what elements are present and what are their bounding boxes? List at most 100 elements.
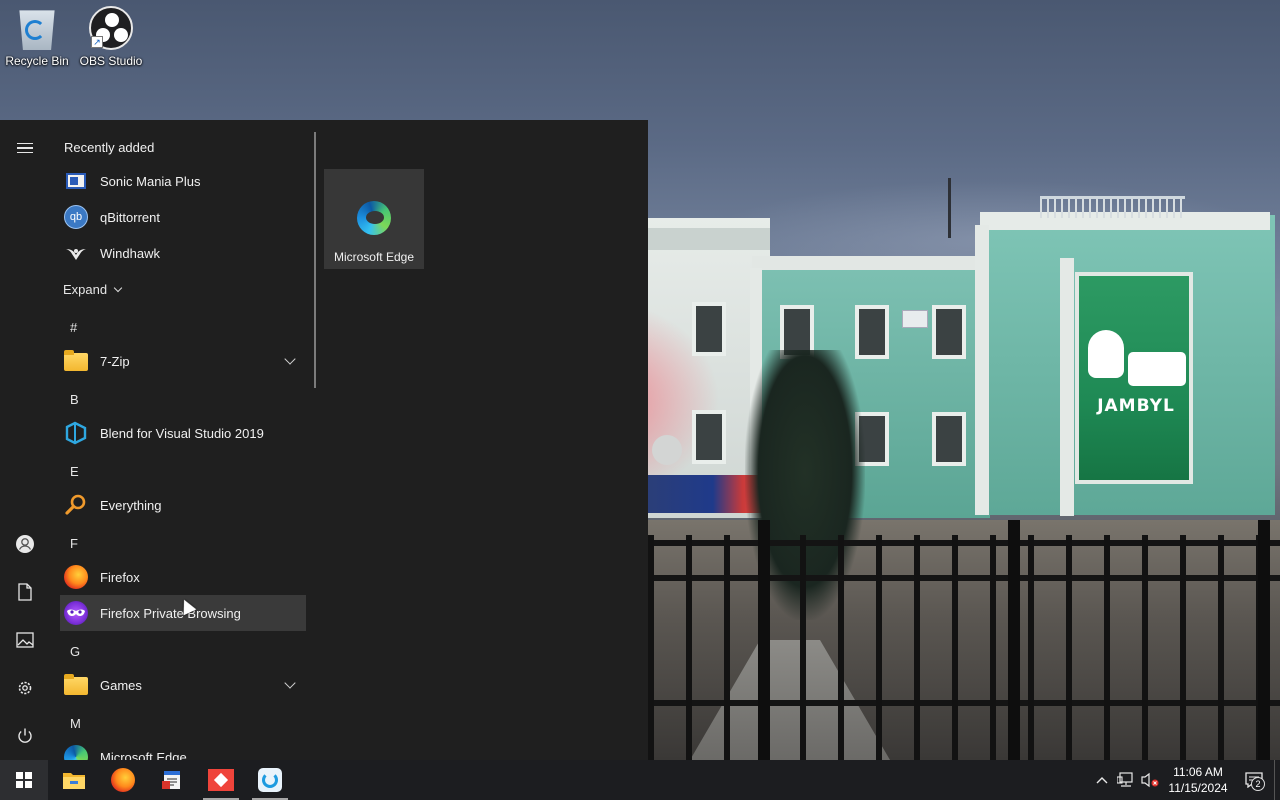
taskbar-file-explorer[interactable] <box>50 760 98 800</box>
wallpaper-billboard-text: JAMBYL <box>1097 396 1175 416</box>
app-item-blend[interactable]: Blend for Visual Studio 2019 <box>60 415 306 451</box>
desktop-icon-label: Recycle Bin <box>5 54 69 68</box>
documents-icon[interactable] <box>5 572 45 612</box>
obs-studio-icon: ↗ <box>89 6 133 50</box>
recycle-symbol-icon <box>25 20 45 40</box>
tile-label: Microsoft Edge <box>333 250 415 264</box>
folder-icon <box>64 349 88 373</box>
app-label: Blend for Visual Studio 2019 <box>100 425 264 441</box>
wallpaper-billboard-radio <box>1128 352 1186 386</box>
blend-icon <box>64 421 88 445</box>
app-label: Sonic Mania Plus <box>100 173 201 189</box>
expand-label: Expand <box>63 282 108 297</box>
settings-icon[interactable] <box>5 668 45 708</box>
notification-count-badge: 2 <box>1251 777 1265 791</box>
taskbar-notepad-app[interactable] <box>148 760 196 800</box>
app-label: Everything <box>100 497 162 513</box>
letter-header-g[interactable]: G <box>70 644 80 659</box>
app-item-games[interactable]: Games <box>60 667 306 703</box>
chevron-down-icon[interactable] <box>284 353 296 365</box>
firefox-icon <box>64 565 88 589</box>
taskbar-sync-app[interactable] <box>246 760 294 800</box>
wallpaper-roof-railing <box>1040 196 1185 218</box>
app-label: Firefox <box>100 569 140 585</box>
clock[interactable]: 11:06 AM 11/15/2024 <box>1162 764 1234 796</box>
user-icon[interactable] <box>5 524 45 564</box>
desktop-icon-obs-studio[interactable]: ↗ OBS Studio <box>74 0 148 68</box>
wallpaper-pilaster <box>975 225 989 515</box>
obs-dot <box>105 13 119 27</box>
volume-muted-icon[interactable] <box>1138 760 1162 800</box>
taskbar: 11:06 AM 11/15/2024 2 <box>0 760 1280 800</box>
taskbar-firefox[interactable] <box>99 760 147 800</box>
letter-header-b[interactable]: B <box>70 392 79 407</box>
wallpaper-satellite-dish <box>652 435 682 465</box>
app-item-windhawk[interactable]: Windhawk <box>60 235 306 271</box>
show-desktop-button[interactable] <box>1274 760 1280 800</box>
tile-microsoft-edge[interactable]: Microsoft Edge <box>324 169 424 269</box>
wallpaper-antenna <box>948 178 951 238</box>
qbittorrent-icon: qb <box>64 205 88 229</box>
app-label: Windhawk <box>100 245 160 261</box>
app-label: 7-Zip <box>100 353 130 369</box>
app-item-everything[interactable]: Everything <box>60 487 306 523</box>
expand-button[interactable]: Expand <box>63 282 123 297</box>
app-label: qBittorrent <box>100 209 160 225</box>
windows-logo-icon <box>16 772 32 788</box>
clock-date: 11/15/2024 <box>1168 781 1228 795</box>
app-label: Games <box>100 677 142 693</box>
clock-time: 11:06 AM <box>1173 765 1223 779</box>
recently-added-title: Recently added <box>64 140 155 155</box>
letter-header-m[interactable]: M <box>70 716 81 731</box>
chevron-down-icon <box>113 283 123 292</box>
wallpaper-window <box>932 412 966 466</box>
firefox-private-icon <box>64 601 88 625</box>
wallpaper-window <box>932 305 966 359</box>
wallpaper-ac-unit <box>902 310 928 328</box>
app-item-microsoft-edge[interactable]: Microsoft Edge <box>60 739 306 760</box>
sync-icon <box>258 768 282 792</box>
notepad-icon <box>162 771 180 789</box>
obs-dot <box>114 28 128 42</box>
wallpaper-billboard-portrait <box>1088 330 1124 378</box>
start-button[interactable] <box>0 760 48 800</box>
anydesk-icon <box>208 769 234 791</box>
edge-icon <box>64 745 88 760</box>
app-item-sonic-mania-plus[interactable]: Sonic Mania Plus <box>60 163 306 199</box>
edge-icon <box>357 201 391 235</box>
app-item-qbittorrent[interactable]: qb qBittorrent <box>60 199 306 235</box>
menu-icon[interactable] <box>5 128 45 168</box>
app-list-scrollbar[interactable] <box>314 132 316 388</box>
windhawk-icon <box>64 241 88 265</box>
desktop-icon-recycle-bin[interactable]: Recycle Bin <box>0 0 74 68</box>
pictures-icon[interactable] <box>5 620 45 660</box>
power-icon[interactable] <box>5 716 45 756</box>
everything-search-icon <box>64 493 88 517</box>
start-menu: Recently added Sonic Mania Plus qb qBitt… <box>0 120 648 760</box>
folder-icon <box>63 773 85 789</box>
wallpaper-fence-posts <box>648 520 1280 760</box>
letter-header-f[interactable]: F <box>70 536 78 551</box>
app-label: Microsoft Edge <box>100 749 187 761</box>
taskbar-anydesk[interactable] <box>197 760 245 800</box>
wallpaper-window <box>692 302 726 356</box>
app-item-7-zip[interactable]: 7-Zip <box>60 343 306 379</box>
desktop-icon-label: OBS Studio <box>79 54 143 68</box>
start-menu-rail <box>0 120 50 760</box>
app-item-firefox[interactable]: Firefox <box>60 559 306 595</box>
app-label: Firefox Private Browsing <box>100 605 241 621</box>
wallpaper-pilaster <box>1060 258 1074 516</box>
app-list: Recently added Sonic Mania Plus qb qBitt… <box>54 120 312 760</box>
action-center-button[interactable]: 2 <box>1234 760 1274 800</box>
shortcut-arrow-icon: ↗ <box>91 36 103 48</box>
network-icon[interactable] <box>1114 760 1138 800</box>
letter-header-hash[interactable]: # <box>70 320 77 335</box>
chevron-down-icon[interactable] <box>284 677 296 689</box>
show-hidden-icons-chevron-icon[interactable] <box>1090 760 1114 800</box>
folder-icon <box>64 673 88 697</box>
wallpaper-cornice <box>752 256 998 270</box>
letter-header-e[interactable]: E <box>70 464 79 479</box>
wallpaper-window <box>692 410 726 464</box>
sonic-mania-icon <box>64 169 88 193</box>
system-tray: 11:06 AM 11/15/2024 2 <box>1090 760 1280 800</box>
